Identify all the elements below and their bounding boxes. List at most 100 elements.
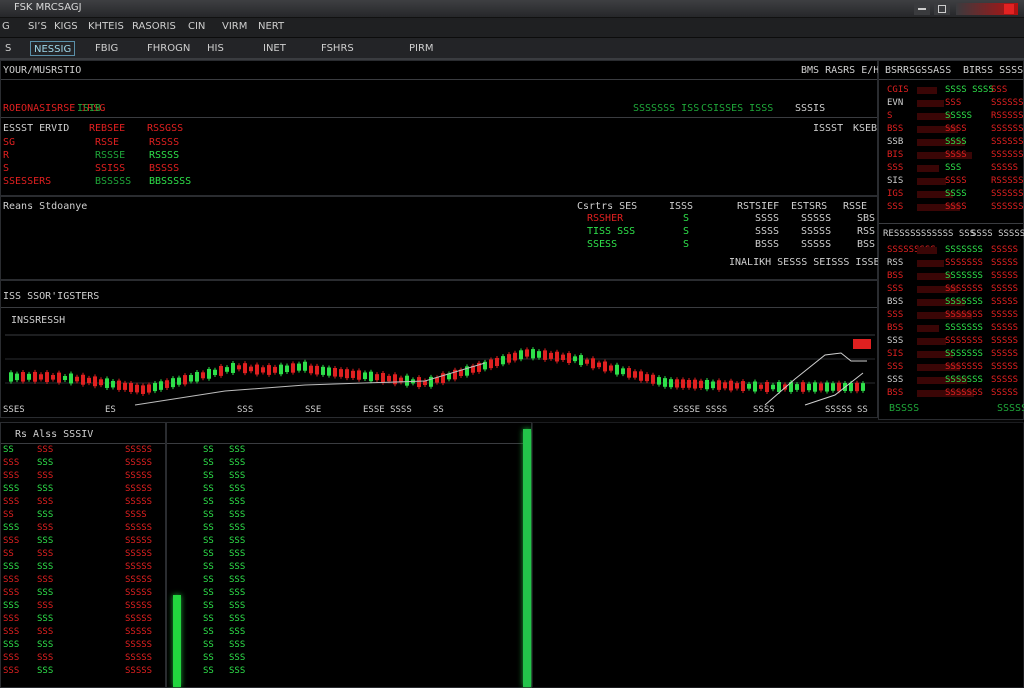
menu-item-4[interactable]: CIN [188, 21, 205, 32]
depth-row-9-b: SSSS [945, 202, 967, 212]
candle [831, 383, 835, 391]
ts-row-8-c: SSSSS [125, 549, 153, 559]
depth-row-0-c: SSS [991, 85, 1008, 95]
toolbar-button-0[interactable]: S [2, 41, 14, 56]
toolbar-button-3[interactable]: FHROGN [144, 41, 193, 56]
candle [699, 380, 703, 388]
candle [261, 367, 265, 373]
maximize-button[interactable] [934, 3, 950, 15]
vol-row-5-b: SSS [229, 510, 246, 520]
candle [387, 375, 391, 382]
ts-row-9-c: SSSSS [125, 562, 153, 572]
toolbar-button-4[interactable]: HIS [204, 41, 227, 56]
price-chart[interactable] [5, 309, 875, 409]
order-panel-title: Reans Stdoanye [3, 201, 88, 212]
quote-panel-right-title: BMS RASRS E/HE [801, 65, 886, 76]
minimize-button[interactable] [914, 3, 930, 15]
candle [747, 383, 751, 389]
quote-row-1-b: RSSSE [95, 150, 126, 161]
ts-row-12-c: SSSSS [125, 601, 153, 611]
vol-row-11-a: SS [203, 588, 214, 598]
volume-splitter[interactable] [523, 429, 531, 687]
depth-row-10-b: SSSSSSS [945, 375, 983, 385]
quote-green-label: ISIB [77, 103, 102, 114]
toolbar-button-6[interactable]: FSHRS [318, 41, 357, 56]
candle [393, 374, 397, 385]
ts-row-13-a: SSS [3, 614, 20, 624]
ts-row-1-c: SSSSS [125, 458, 153, 468]
depth-row-7-c: SSSSS [991, 336, 1019, 346]
menu-item-0[interactable]: SI’S [28, 21, 47, 32]
chart-x-label-7: SSSS [753, 405, 775, 415]
quote-row-1-a: R [3, 150, 10, 161]
candle [765, 382, 769, 392]
volume-panel: SS SSS SS SSS SS SSS SS SSS SS SSS SS SSS SS SSS SS SSS… [166, 422, 532, 688]
candle [507, 354, 511, 363]
candle [531, 349, 535, 359]
menu-item-2[interactable]: KHTEIS [88, 21, 124, 32]
candle [723, 382, 727, 389]
depth-title-1: BSRRSGSSASS [885, 65, 952, 76]
ts-row-10-c: SSSSS [125, 575, 153, 585]
depth-row-2-a: S [887, 111, 893, 121]
depth-row-4-a: BSS [887, 297, 904, 307]
divider [1, 443, 165, 444]
menu-icon[interactable]: G [2, 21, 10, 32]
depth-row-5-b: SSSS [945, 150, 967, 160]
chart-title: ISS SSOR'IGSTERS [3, 291, 100, 302]
candle [807, 383, 811, 391]
candle [201, 372, 205, 379]
toolbar-button-5[interactable]: INET [260, 41, 289, 56]
order-row-0-d: SSSSS [801, 213, 832, 224]
ts-row-11-c: SSSSS [125, 588, 153, 598]
quote-row-0-b: RSSE [95, 137, 120, 148]
depth-bar [917, 338, 946, 345]
empty-panel [532, 422, 1024, 688]
order-row-2-a: SSESS [587, 239, 618, 250]
ts-row-15-c: SSSSS [125, 640, 153, 650]
ts-row-1-b: SSS [37, 458, 54, 468]
order-head-5: RSSE [843, 201, 868, 212]
candle [555, 351, 559, 362]
quote-row-2-a: S [3, 163, 10, 174]
toolbar-button-1[interactable]: NESSIG [30, 41, 76, 56]
vol-row-16-b: SSS [229, 653, 246, 663]
volume-bar [173, 595, 181, 687]
order-row-1-d: SSSSS [801, 226, 832, 237]
depth-row-5-a: SSS [887, 310, 904, 320]
candle [123, 382, 127, 390]
vol-row-15-a: SS [203, 640, 214, 650]
ts-row-2-c: SSSSS [125, 471, 153, 481]
quote-col-head-2: REBSEE [89, 123, 126, 134]
menu-item-3[interactable]: RASORIS [132, 21, 176, 32]
ts-row-13-c: SSSSS [125, 614, 153, 624]
candle [813, 382, 817, 392]
quote-col-head-5: KSEB [853, 123, 878, 134]
candle [195, 371, 199, 382]
chart-x-label-1: ES [105, 405, 116, 415]
menu-item-1[interactable]: KIGS [54, 21, 78, 32]
candle [561, 354, 565, 361]
order-row-0-e: SBS [857, 213, 876, 224]
toolbar-button-7[interactable]: PIRM [406, 41, 437, 56]
ts-row-3-b: SSS [37, 484, 54, 494]
toolbar-button-2[interactable]: FBIG [92, 41, 121, 56]
candle [513, 352, 517, 361]
close-button[interactable] [956, 3, 1018, 15]
vol-row-13-a: SS [203, 614, 214, 624]
depth-row-7-b: SSSSSSS [945, 336, 983, 346]
quote-row-2-b: SSISS [95, 163, 126, 174]
candle [597, 362, 601, 368]
depth-row-3-a: BSS [887, 124, 904, 134]
quote-panel-title: YOUR/MUSRSTIO [3, 65, 82, 76]
quote-col-head-3: RSSGSS [147, 123, 184, 134]
menu-item-5[interactable]: VIRM [222, 21, 247, 32]
candle [75, 376, 79, 382]
candle [363, 372, 367, 380]
depth-row-4-c: SSSSSS [991, 137, 1024, 147]
menu-item-6[interactable]: NERT [258, 21, 284, 32]
candle [111, 380, 115, 388]
candle [381, 372, 385, 383]
depth-row-0-a: CGIS [887, 85, 909, 95]
candle [537, 351, 541, 358]
